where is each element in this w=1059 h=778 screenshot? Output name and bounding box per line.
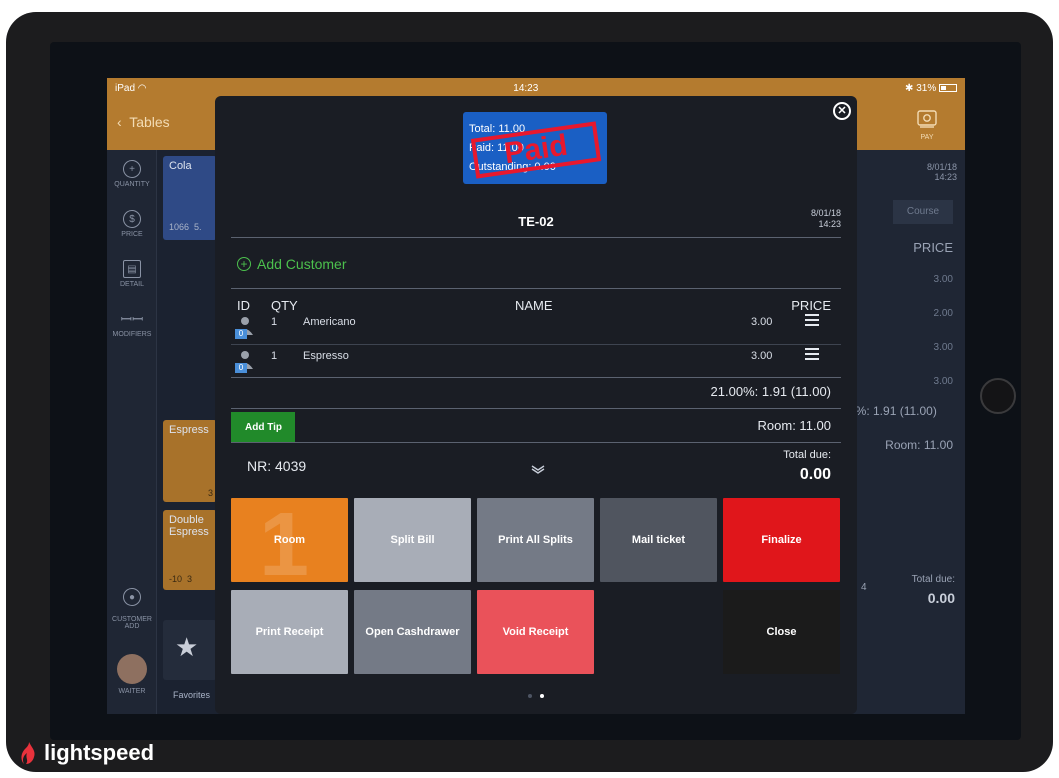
tax-line: 21.00%: 1.91 (11.00) [710, 384, 831, 399]
divider [231, 442, 841, 443]
total-due-label: Total due: [783, 449, 831, 461]
close-icon[interactable]: ✕ [833, 102, 851, 120]
waiter-avatar [117, 654, 147, 684]
void-receipt-button[interactable]: Void Receipt [477, 590, 594, 674]
hamburger-menu-icon[interactable] [805, 348, 821, 362]
pay-button[interactable]: PAY [907, 102, 947, 146]
product-tile-espresso[interactable]: Espress 3 [163, 420, 217, 502]
page-dot [528, 694, 532, 698]
status-bar: iPad ◠ 14:23 ✱ 31% [107, 78, 965, 98]
finalize-button[interactable]: Finalize [723, 498, 840, 582]
add-customer-button[interactable]: + Add Customer [237, 256, 346, 272]
total-due-value: 0.00 [799, 466, 831, 483]
ticket-panel-background: 8/01/1814:23 er Course PRICE 3.00 2.00 3… [847, 150, 965, 714]
favorites-tile[interactable]: ★ [163, 620, 217, 680]
print-receipt-button[interactable]: Print Receipt [231, 590, 348, 674]
page-dot-active [540, 694, 544, 698]
hamburger-menu-icon[interactable] [805, 314, 821, 328]
payment-modal: ✕ Total: 11.00 Paid: 11.00 Outstanding: … [215, 96, 857, 714]
room-button[interactable]: 1 Room [231, 498, 348, 582]
divider [231, 408, 841, 409]
receipt-number: NR: 4039 [247, 458, 307, 474]
modifiers-icon: ꟷꟷ [120, 310, 144, 327]
status-time: 14:23 [513, 82, 539, 94]
sidebar-item-detail[interactable]: ▤ DETAIL [107, 254, 157, 302]
print-all-splits-button[interactable]: Print All Splits [477, 498, 594, 582]
star-icon: ★ [175, 632, 199, 662]
cash-register-icon [917, 110, 937, 128]
back-button[interactable]: ‹ Tables [117, 114, 170, 130]
flame-logo-icon [21, 742, 35, 764]
sidebar-item-price[interactable]: $ PRICE [107, 204, 157, 252]
app-screen: iPad ◠ 14:23 ✱ 31% ‹ Tables PAY + QUANTI… [107, 78, 965, 714]
sidebar: + QUANTITY $ PRICE ▤ DETAIL ꟷꟷ MODIFIERS… [107, 150, 157, 714]
lightspeed-logo: lightspeed [20, 740, 154, 766]
person-icon: 0 [235, 315, 255, 339]
ticket-line-item[interactable]: 0 1 Espresso 3.00 [231, 344, 841, 378]
detail-icon: ▤ [123, 260, 141, 278]
status-battery: ✱ 31% [905, 83, 957, 94]
home-button [980, 378, 1016, 414]
add-tip-button[interactable]: Add Tip [231, 412, 295, 442]
plus-circle-icon: + [237, 257, 251, 271]
dollar-circle-icon: $ [123, 210, 141, 228]
person-icon: 0 [235, 349, 255, 373]
close-button[interactable]: Close [723, 590, 840, 674]
product-tile-double-espresso[interactable]: Double Espress -10 3 [163, 510, 217, 590]
sidebar-item-customer-add[interactable]: ● CUSTOMER ADD [107, 582, 157, 642]
battery-icon [939, 83, 957, 92]
plus-circle-icon: + [123, 160, 141, 178]
chevron-down-icon[interactable] [531, 464, 545, 474]
divider [231, 237, 841, 238]
split-bill-button[interactable]: Split Bill [354, 498, 471, 582]
ticket-id: TE-02 [518, 214, 554, 229]
page-indicator[interactable] [215, 694, 857, 698]
product-tile-cola[interactable]: Cola 1066 5. [163, 156, 217, 240]
bluetooth-icon: ✱ [905, 82, 914, 94]
mail-ticket-button[interactable]: Mail ticket [600, 498, 717, 582]
divider [231, 377, 841, 378]
sidebar-item-modifiers[interactable]: ꟷꟷ MODIFIERS [107, 304, 157, 352]
tab-course[interactable]: Course [893, 200, 953, 224]
favorites-label: Favorites [173, 690, 211, 700]
wifi-icon: ◠ [137, 82, 147, 94]
room-payment-line: Room: 11.00 [757, 418, 831, 433]
customer-icon: ● [123, 588, 141, 606]
sidebar-item-quantity[interactable]: + QUANTITY [107, 154, 157, 202]
open-cashdrawer-button[interactable]: Open Cashdrawer [354, 590, 471, 674]
sidebar-item-waiter[interactable]: WAITER [107, 648, 157, 708]
ticket-datetime: 8/01/18 14:23 [810, 208, 841, 229]
status-device: iPad ◠ [115, 82, 147, 94]
divider [231, 288, 841, 289]
ticket-line-item[interactable]: 0 1 Americano 3.00 [231, 310, 841, 344]
